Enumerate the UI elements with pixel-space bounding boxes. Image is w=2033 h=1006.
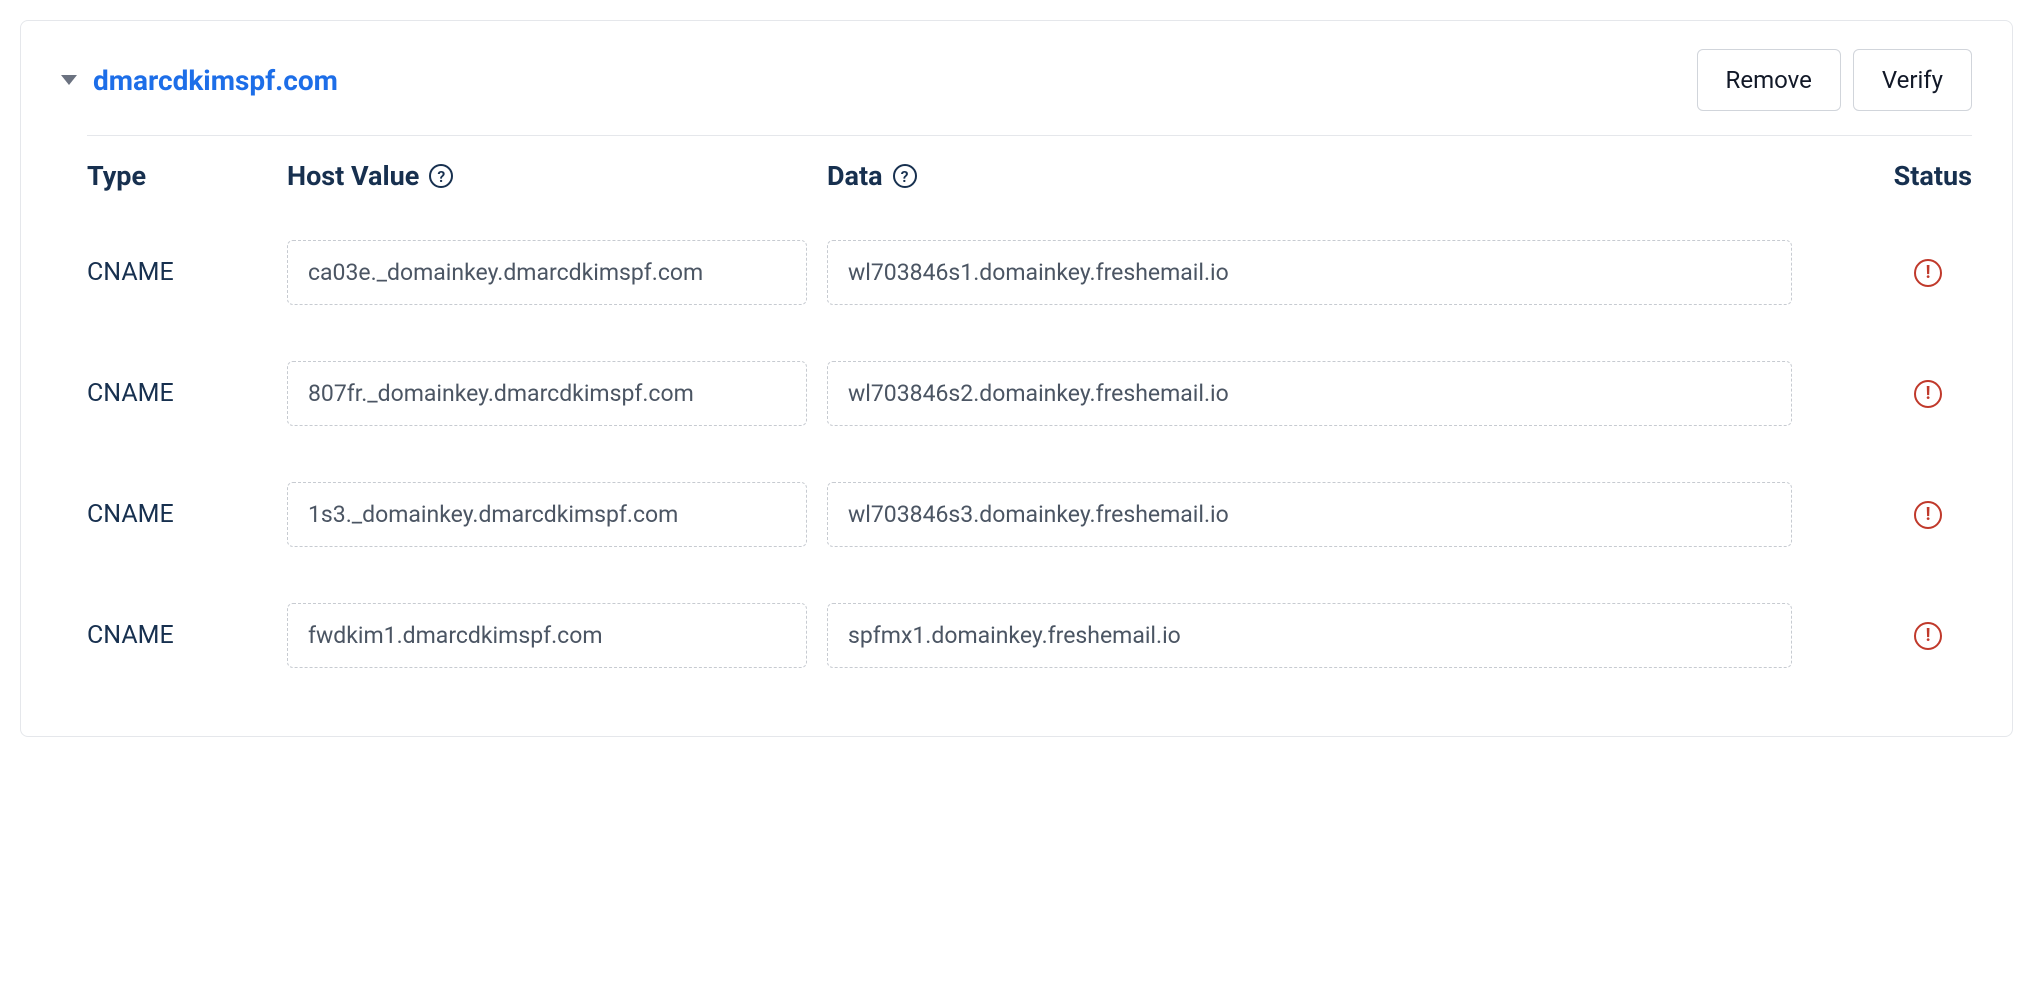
record-data-cell: wl703846s3.domainkey.freshemail.io xyxy=(827,482,1812,547)
record-status-cell: ! xyxy=(1812,380,1972,408)
help-icon[interactable]: ? xyxy=(893,164,917,188)
table-row: CNAME 1s3._domainkey.dmarcdkimspf.com wl… xyxy=(87,454,1972,575)
record-data-cell: spfmx1.domainkey.freshemail.io xyxy=(827,603,1812,668)
record-data-value[interactable]: wl703846s1.domainkey.freshemail.io xyxy=(827,240,1792,305)
record-host-cell: ca03e._domainkey.dmarcdkimspf.com xyxy=(287,240,827,305)
table-row: CNAME 807fr._domainkey.dmarcdkimspf.com … xyxy=(87,333,1972,454)
record-type: CNAME xyxy=(87,621,287,650)
alert-icon[interactable]: ! xyxy=(1914,622,1942,650)
help-icon[interactable]: ? xyxy=(429,164,453,188)
record-data-cell: wl703846s1.domainkey.freshemail.io xyxy=(827,240,1812,305)
header-status: Status xyxy=(1812,160,1972,192)
record-host-value[interactable]: fwdkim1.dmarcdkimspf.com xyxy=(287,603,807,668)
record-status-cell: ! xyxy=(1812,259,1972,287)
record-data-value[interactable]: spfmx1.domainkey.freshemail.io xyxy=(827,603,1792,668)
table-header-row: Type Host Value ? Data ? Status xyxy=(87,135,1972,212)
record-host-value[interactable]: 807fr._domainkey.dmarcdkimspf.com xyxy=(287,361,807,426)
header-host-label: Host Value xyxy=(287,160,419,192)
header-type-label: Type xyxy=(87,160,146,192)
panel-header-left: dmarcdkimspf.com xyxy=(61,64,338,97)
record-host-cell: 1s3._domainkey.dmarcdkimspf.com xyxy=(287,482,827,547)
table-row: CNAME ca03e._domainkey.dmarcdkimspf.com … xyxy=(87,212,1972,333)
header-data-label: Data xyxy=(827,160,883,192)
panel-header-right: Remove Verify xyxy=(1697,49,1972,111)
record-host-value[interactable]: 1s3._domainkey.dmarcdkimspf.com xyxy=(287,482,807,547)
record-data-value[interactable]: wl703846s3.domainkey.freshemail.io xyxy=(827,482,1792,547)
record-status-cell: ! xyxy=(1812,622,1972,650)
alert-icon[interactable]: ! xyxy=(1914,380,1942,408)
record-host-cell: 807fr._domainkey.dmarcdkimspf.com xyxy=(287,361,827,426)
record-type: CNAME xyxy=(87,379,287,408)
alert-icon[interactable]: ! xyxy=(1914,259,1942,287)
verify-button[interactable]: Verify xyxy=(1853,49,1972,111)
record-status-cell: ! xyxy=(1812,501,1972,529)
panel-header: dmarcdkimspf.com Remove Verify xyxy=(61,49,1972,111)
domain-name[interactable]: dmarcdkimspf.com xyxy=(93,64,338,97)
chevron-down-icon[interactable] xyxy=(61,75,77,85)
dns-records-panel: dmarcdkimspf.com Remove Verify Type Host… xyxy=(20,20,2013,737)
record-data-value[interactable]: wl703846s2.domainkey.freshemail.io xyxy=(827,361,1792,426)
records-table: Type Host Value ? Data ? Status CNAME ca… xyxy=(87,135,1972,696)
alert-icon[interactable]: ! xyxy=(1914,501,1942,529)
header-data: Data ? xyxy=(827,160,1812,192)
table-row: CNAME fwdkim1.dmarcdkimspf.com spfmx1.do… xyxy=(87,575,1972,696)
record-host-cell: fwdkim1.dmarcdkimspf.com xyxy=(287,603,827,668)
remove-button[interactable]: Remove xyxy=(1697,49,1841,111)
record-type: CNAME xyxy=(87,258,287,287)
header-type: Type xyxy=(87,160,287,192)
header-host: Host Value ? xyxy=(287,160,827,192)
record-data-cell: wl703846s2.domainkey.freshemail.io xyxy=(827,361,1812,426)
header-status-label: Status xyxy=(1894,160,1972,192)
record-type: CNAME xyxy=(87,500,287,529)
record-host-value[interactable]: ca03e._domainkey.dmarcdkimspf.com xyxy=(287,240,807,305)
